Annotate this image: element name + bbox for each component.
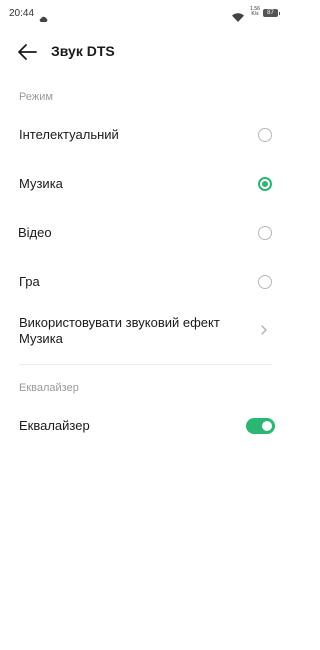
section-label-mode: Режим — [19, 91, 53, 103]
mode-option-label: Гра — [19, 274, 40, 289]
mode-option-label: Музика — [19, 176, 63, 191]
radio-button[interactable] — [258, 275, 272, 289]
equalizer-toggle[interactable] — [246, 418, 275, 434]
page-title: Звук DTS — [51, 43, 115, 59]
mode-option-label: Відео — [18, 225, 52, 240]
status-bar: 20:44 1.56 K/s 87 — [0, 0, 293, 28]
toggle-knob — [262, 421, 272, 431]
sound-effect-label-line1: Використовувати звуковий ефект — [19, 315, 220, 330]
radio-button[interactable] — [258, 226, 272, 240]
equalizer-label: Еквалайзер — [19, 418, 90, 433]
mode-option-label: Інтелектуальний — [19, 127, 119, 142]
section-label-equalizer: Еквалайзер — [19, 382, 79, 394]
network-speed-unit: K/s — [251, 11, 259, 17]
back-button[interactable] — [16, 42, 38, 62]
status-time: 20:44 — [9, 8, 35, 19]
battery-level: 87 — [267, 10, 274, 16]
equalizer-row[interactable]: Еквалайзер — [0, 411, 293, 441]
mode-option-game[interactable]: Гра — [0, 267, 293, 297]
wifi-icon — [232, 9, 244, 27]
chevron-right-icon — [260, 323, 268, 341]
sound-effect-label: Використовувати звуковий ефект Музика — [19, 315, 220, 347]
radio-button-selected[interactable] — [258, 177, 272, 191]
radio-button[interactable] — [258, 128, 272, 142]
mode-option-intelligent[interactable]: Інтелектуальний — [0, 120, 293, 150]
network-speed: 1.56 K/s — [250, 7, 260, 17]
sound-effect-label-line2: Музика — [19, 331, 63, 346]
sound-effect-link[interactable]: Використовувати звуковий ефект Музика — [0, 310, 293, 352]
mode-option-video[interactable]: Відео — [0, 218, 293, 248]
section-divider — [19, 364, 272, 365]
arrow-left-icon — [18, 44, 37, 60]
mode-option-music[interactable]: Музика — [0, 169, 293, 199]
cloud-icon — [39, 9, 48, 27]
battery-icon: 87 — [263, 9, 280, 17]
